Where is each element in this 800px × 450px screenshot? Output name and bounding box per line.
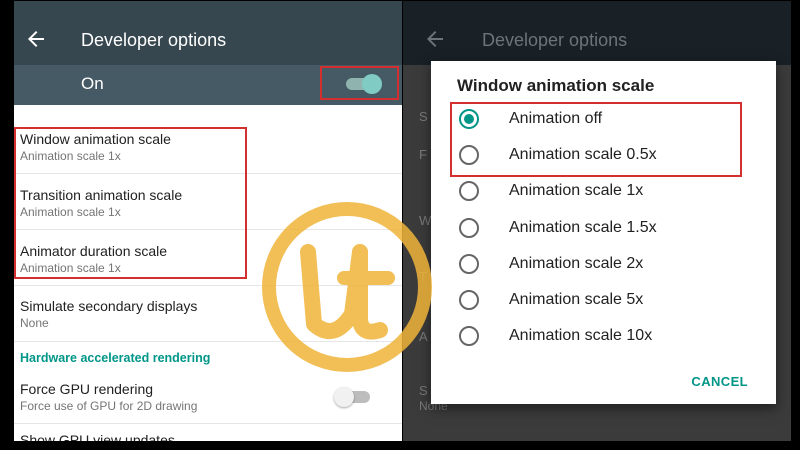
divider [14, 423, 402, 424]
highlight-box-animation-settings [14, 127, 247, 279]
background-text: F [419, 147, 427, 162]
setting-title: Force GPU rendering [20, 381, 154, 397]
option-animation-scale-1x[interactable]: Animation scale 1x [455, 174, 755, 208]
vt-logo-watermark-icon [262, 202, 432, 372]
back-arrow-icon [427, 31, 443, 47]
status-bar [403, 1, 791, 15]
dialog-title: Window animation scale [457, 76, 655, 95]
screenshot-frame: Developer options On Window animation sc… [0, 0, 800, 450]
setting-title: Simulate secondary displays [20, 298, 198, 314]
bottom-border [1, 441, 799, 449]
radio-unselected-icon[interactable] [459, 290, 479, 310]
radio-unselected-icon[interactable] [459, 326, 479, 346]
background-text: S [419, 383, 428, 398]
option-label: Animation scale 2x [509, 255, 644, 272]
page-title: Developer options [81, 30, 227, 50]
option-animation-scale-5x[interactable]: Animation scale 5x [455, 283, 755, 317]
setting-show-gpu-view-updates[interactable]: Show GPU view updates [20, 432, 175, 441]
master-switch-label: On [81, 74, 104, 93]
setting-subtitle: None [20, 316, 49, 330]
option-animation-scale-2x[interactable]: Animation scale 2x [455, 247, 755, 281]
highlight-box-toggle [320, 66, 399, 100]
option-animation-scale-1-5x[interactable]: Animation scale 1.5x [455, 211, 755, 245]
option-animation-scale-10x[interactable]: Animation scale 10x [455, 319, 755, 353]
background-text: S [419, 109, 428, 124]
radio-unselected-icon[interactable] [459, 218, 479, 238]
radio-unselected-icon[interactable] [459, 181, 479, 201]
highlight-box-options [450, 102, 742, 177]
animation-scale-dialog: Window animation scale Animation off Ani… [431, 61, 776, 404]
back-arrow-icon[interactable] [24, 27, 48, 51]
cancel-button[interactable]: CANCEL [691, 374, 748, 389]
status-bar [14, 1, 402, 15]
option-label: Animation scale 10x [509, 327, 653, 344]
setting-force-gpu-rendering[interactable]: Force GPU rendering Force use of GPU for… [20, 380, 197, 414]
page-title-dimmed: Developer options [482, 30, 628, 50]
option-label: Animation scale 1.5x [509, 219, 657, 236]
option-label: Animation scale 5x [509, 291, 644, 308]
force-gpu-toggle[interactable] [334, 387, 374, 407]
setting-subtitle: Force use of GPU for 2D drawing [20, 399, 198, 413]
right-screen: Developer options S F W T A S None Windo… [403, 1, 791, 441]
setting-simulate-secondary-displays[interactable]: Simulate secondary displays None [20, 297, 197, 331]
section-header-hardware: Hardware accelerated rendering [20, 351, 211, 365]
radio-unselected-icon[interactable] [459, 254, 479, 274]
option-label: Animation scale 1x [509, 182, 644, 199]
